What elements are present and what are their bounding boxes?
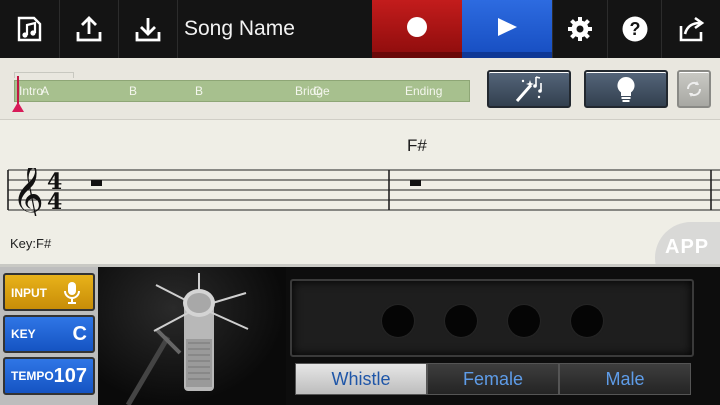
music-staff[interactable]: 𝄞 4 4	[0, 168, 720, 216]
song-timeline[interactable]: Intro A B B Bridge C Ending	[14, 80, 470, 102]
share-button[interactable]	[662, 0, 720, 58]
beat-light-1	[382, 305, 414, 337]
voice-tab-male[interactable]: Male	[559, 363, 691, 395]
treble-clef-icon: 𝄞	[12, 168, 44, 216]
share-icon	[679, 16, 705, 42]
beat-light-2	[445, 305, 477, 337]
tempo-value: 107	[53, 365, 87, 387]
song-file-button[interactable]	[0, 0, 60, 58]
key-control-label: KEY	[11, 327, 36, 341]
whole-rest	[91, 180, 102, 186]
magic-wand-icon	[515, 76, 542, 102]
voice-tab-female[interactable]: Female	[427, 363, 559, 395]
key-value: C	[72, 323, 87, 345]
play-button[interactable]	[462, 0, 552, 58]
top-toolbar: Song Name ?	[0, 0, 720, 58]
record-icon	[407, 17, 427, 37]
timeline-segment[interactable]: Ending	[405, 84, 442, 98]
auto-compose-button[interactable]	[487, 70, 571, 108]
download-icon	[135, 18, 161, 42]
beat-light-3	[508, 305, 540, 337]
arrangement-bar: Intro A B B Bridge C Ending	[0, 58, 720, 120]
lightbulb-icon	[617, 76, 635, 102]
help-button[interactable]: ?	[608, 0, 662, 58]
import-button[interactable]	[119, 0, 178, 58]
export-button[interactable]	[60, 0, 119, 58]
microphone-icon	[64, 282, 80, 304]
playhead-handle[interactable]	[12, 102, 24, 112]
music-file-icon	[17, 16, 41, 42]
whole-rest	[410, 180, 421, 186]
recording-panel: INPUT KEY C TEMPO 107 Whistle Female Mal…	[0, 264, 720, 405]
help-icon: ?	[622, 16, 647, 42]
chord-symbol[interactable]: F#	[407, 136, 427, 156]
gear-icon	[568, 17, 592, 41]
microphone-illustration	[98, 267, 286, 405]
loop-bracket[interactable]	[14, 72, 74, 78]
studio-microphone-icon	[125, 273, 249, 405]
watermark-line1: APP	[665, 236, 710, 258]
record-button[interactable]	[372, 0, 462, 58]
hint-button[interactable]	[584, 70, 668, 108]
play-icon	[498, 18, 517, 36]
loop-button[interactable]	[677, 70, 711, 108]
tempo-label: TEMPO	[11, 369, 54, 383]
time-signature-bottom: 4	[47, 189, 62, 215]
score-area: Intro A B B Bridge C Ending F# 𝄞 4 4 Key…	[0, 58, 720, 264]
voice-tab-whistle[interactable]: Whistle	[295, 363, 427, 395]
svg-text:?: ?	[629, 19, 640, 39]
beat-light-4	[571, 305, 603, 337]
settings-button[interactable]	[552, 0, 608, 58]
song-name[interactable]: Song Name	[184, 0, 295, 58]
key-label: Key:F#	[10, 236, 52, 251]
input-button[interactable]: INPUT	[3, 273, 95, 311]
timeline-segment[interactable]: A	[41, 84, 49, 98]
playhead[interactable]	[17, 76, 19, 104]
timeline-segment[interactable]: C	[313, 84, 322, 98]
repeat-icon	[686, 81, 702, 97]
key-button[interactable]: KEY C	[3, 315, 95, 353]
input-label: INPUT	[11, 286, 47, 300]
control-column: INPUT KEY C TEMPO 107	[0, 267, 98, 405]
beat-indicator-display	[290, 279, 694, 357]
upload-icon	[76, 16, 102, 42]
timeline-segment[interactable]: B	[195, 84, 203, 98]
tempo-button[interactable]: TEMPO 107	[3, 357, 95, 395]
timeline-segment[interactable]: B	[129, 84, 137, 98]
timeline-segment[interactable]: Intro	[19, 84, 43, 98]
